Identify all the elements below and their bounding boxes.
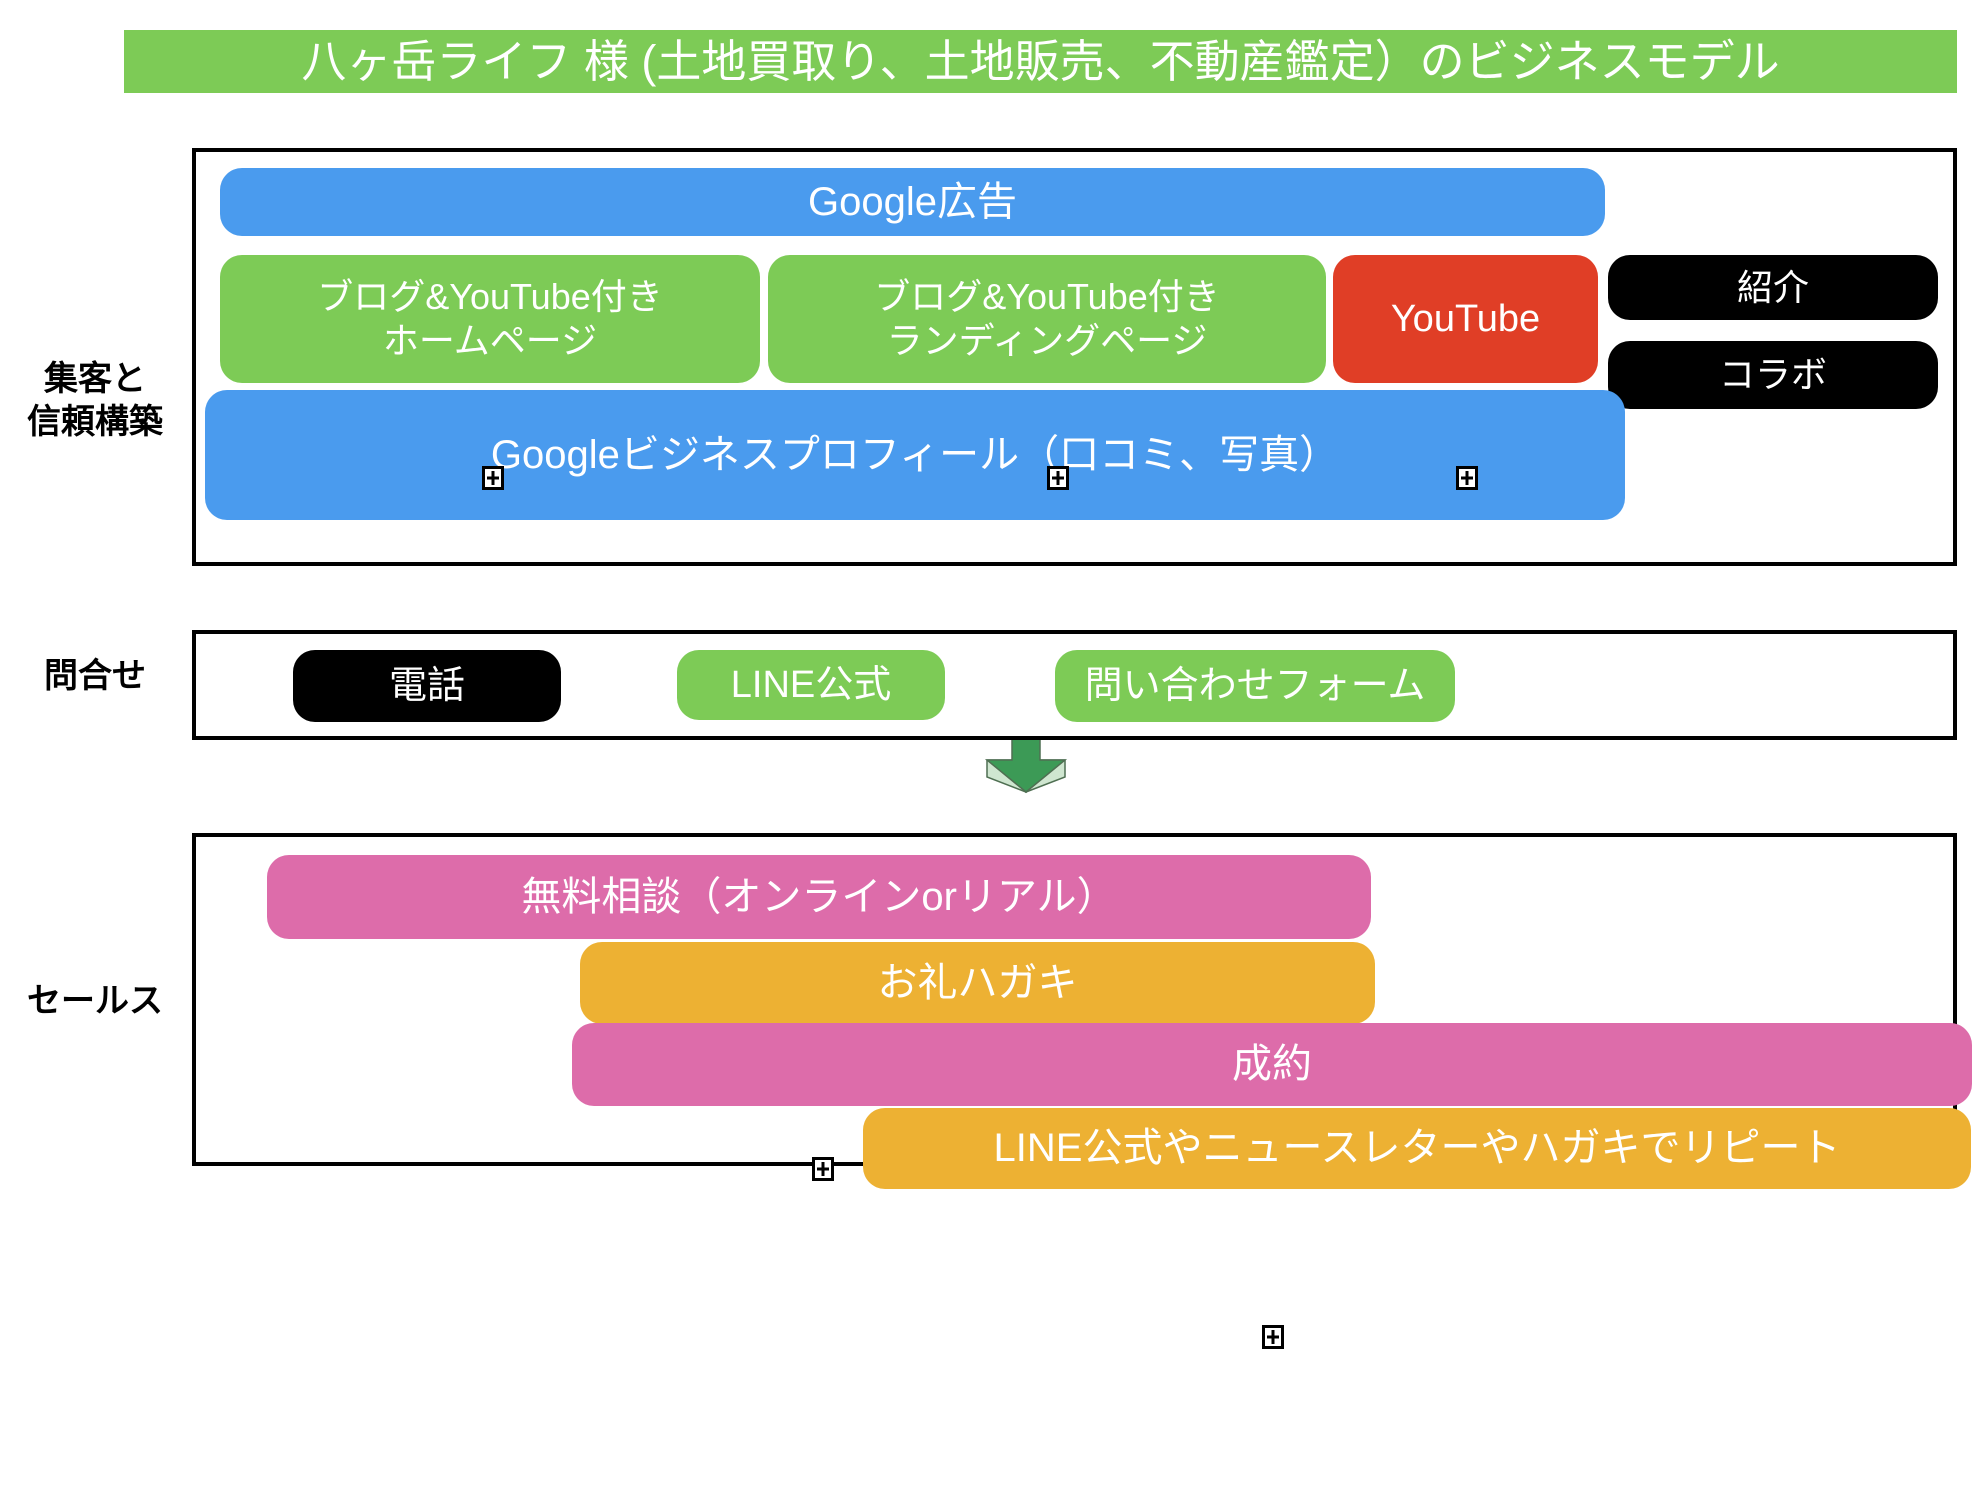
box-google-business-profile[interactable]: Googleビジネスプロフィール（口コミ、写真）	[205, 390, 1625, 520]
box-inquiry-form[interactable]: 問い合わせフォーム	[1055, 650, 1455, 722]
down-arrow-icon	[984, 733, 1068, 794]
plus-handle-icon[interactable]	[812, 1157, 834, 1181]
box-blog-youtube-homepage[interactable]: ブログ&YouTube付き ホームページ	[220, 255, 760, 383]
page-title-banner: 八ヶ岳ライフ 様 (土地買取り、土地販売、不動産鑑定）のビジネスモデル	[124, 30, 1957, 93]
plus-handle-icon[interactable]	[1047, 466, 1069, 490]
box-referral[interactable]: 紹介	[1608, 255, 1938, 320]
box-collaboration[interactable]: コラボ	[1608, 341, 1938, 409]
box-thank-you-postcard[interactable]: お礼ハガキ	[580, 942, 1375, 1024]
box-line-official[interactable]: LINE公式	[677, 650, 945, 720]
box-contract[interactable]: 成約	[572, 1023, 1972, 1106]
box-phone[interactable]: 電話	[293, 650, 561, 722]
page-title: 八ヶ岳ライフ 様 (土地買取り、土地販売、不動産鑑定）のビジネスモデル	[301, 36, 1780, 87]
stage-label-sales: セールス	[27, 982, 163, 1020]
box-google-ads[interactable]: Google広告	[220, 168, 1605, 236]
box-youtube[interactable]: YouTube	[1333, 255, 1598, 383]
box-repeat-marketing[interactable]: LINE公式やニュースレターやハガキでリピート	[863, 1108, 1971, 1189]
box-free-consultation[interactable]: 無料相談（オンラインorリアル）	[267, 855, 1371, 939]
box-blog-youtube-landing-page[interactable]: ブログ&YouTube付き ランディングページ	[768, 255, 1326, 383]
plus-handle-icon[interactable]	[482, 466, 504, 490]
plus-handle-icon[interactable]	[1262, 1325, 1284, 1349]
stage-label-inquiry: 問合せ	[44, 657, 146, 695]
stage-label-acquisition: 集客と 信頼構築	[27, 360, 163, 441]
plus-handle-icon[interactable]	[1456, 466, 1478, 490]
